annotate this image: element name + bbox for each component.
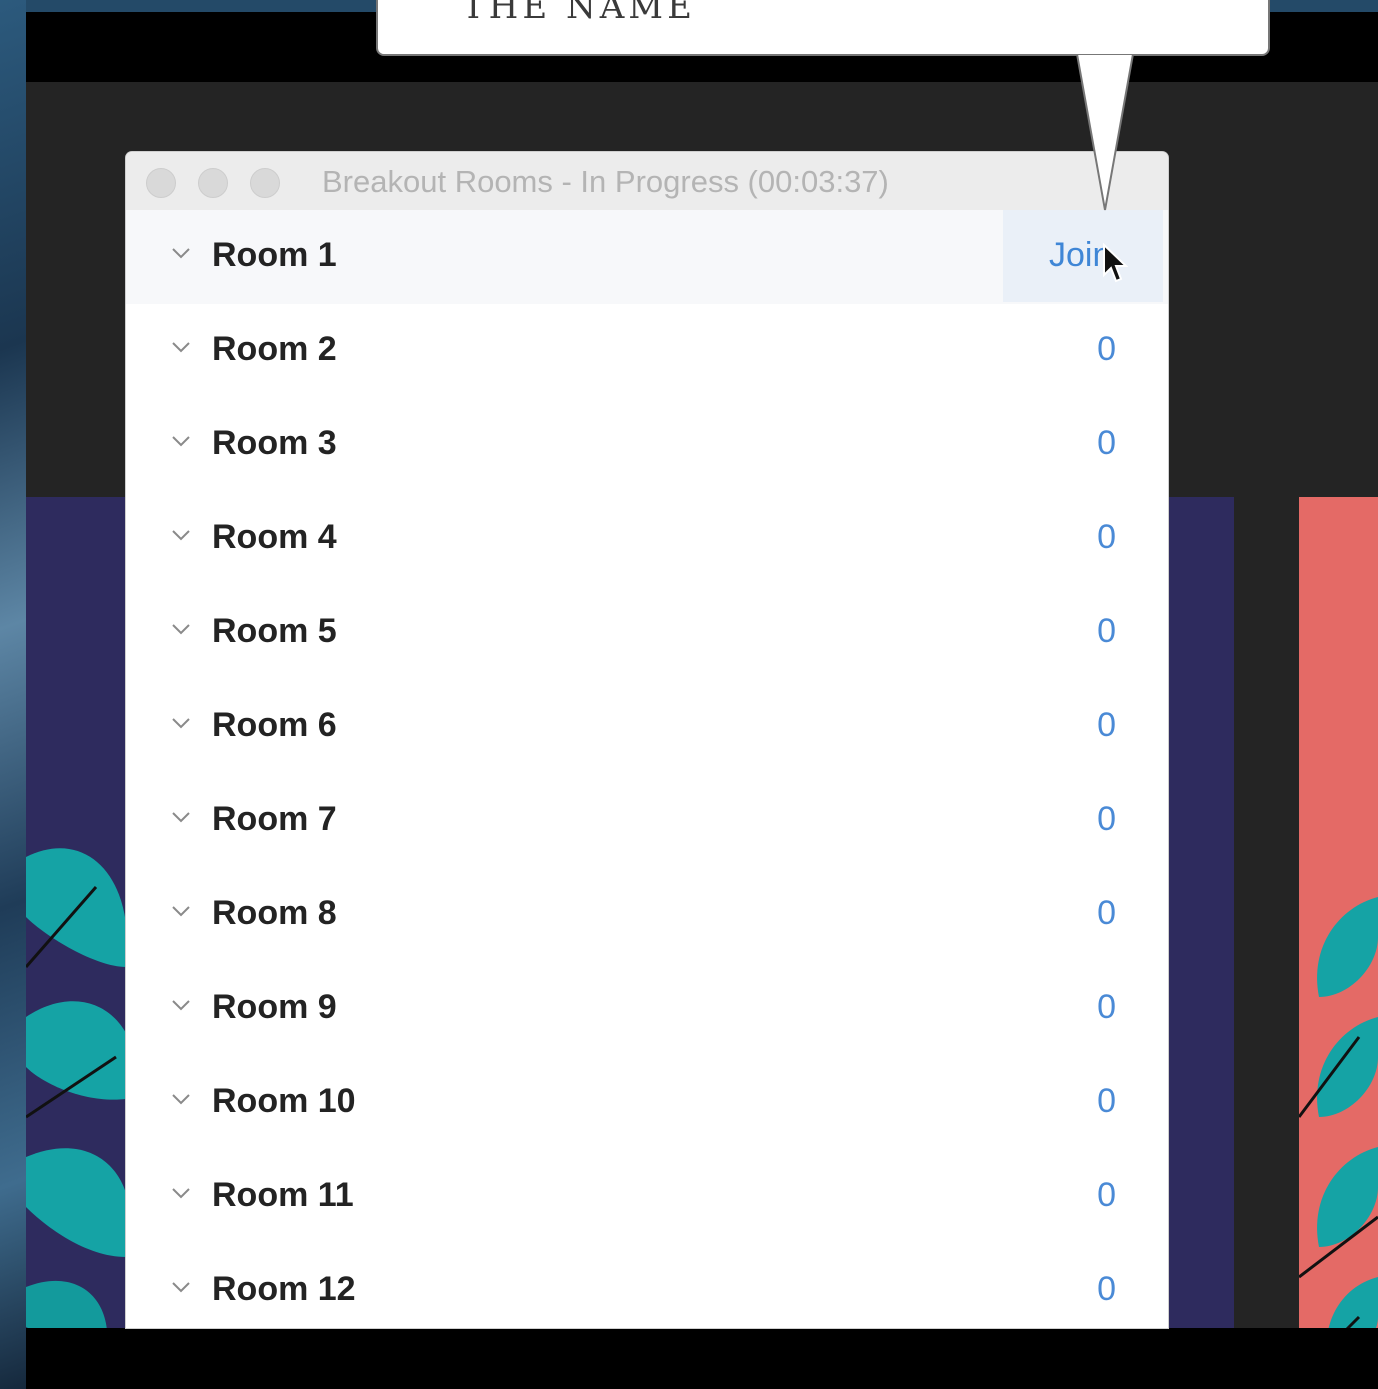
participant-count: 0 <box>1097 424 1116 462</box>
room-name: Room 7 <box>212 800 337 838</box>
participant-video-tile-2 <box>1299 497 1378 1389</box>
room-name: Room 10 <box>212 1082 356 1120</box>
participant-count: 0 <box>1097 706 1116 744</box>
callout-bubble: THE NAME <box>376 0 1270 56</box>
window-title-bar: Breakout Rooms - In Progress (00:03:37) <box>126 152 1168 211</box>
room-row-7[interactable]: Room 7 0 <box>126 774 1168 868</box>
close-window-button[interactable] <box>146 168 176 198</box>
leaf-illustration-2 <box>1299 897 1378 1379</box>
room-name: Room 2 <box>212 330 337 368</box>
desktop-wallpaper <box>0 0 26 1389</box>
breakout-rooms-window: Breakout Rooms - In Progress (00:03:37) … <box>126 152 1168 1328</box>
room-name: Room 4 <box>212 518 337 556</box>
participant-count: 0 <box>1097 330 1116 368</box>
chevron-down-icon[interactable] <box>170 430 192 452</box>
participant-count: 0 <box>1097 988 1116 1026</box>
chevron-down-icon[interactable] <box>170 1088 192 1110</box>
desktop-wallpaper-top <box>1272 0 1378 12</box>
join-room-button[interactable]: Join <box>1003 210 1163 302</box>
room-list: Room 1 Join Room 2 0 Room 3 0 Room 4 0 R… <box>126 210 1168 1328</box>
room-row-8[interactable]: Room 8 0 <box>126 868 1168 962</box>
callout-pointer-icon <box>1075 54 1135 211</box>
participant-count: 0 <box>1097 518 1116 556</box>
window-title: Breakout Rooms - In Progress (00:03:37) <box>322 164 889 199</box>
mouse-cursor-icon <box>1103 243 1128 283</box>
chevron-down-icon[interactable] <box>170 712 192 734</box>
room-name: Room 8 <box>212 894 337 932</box>
callout-text: THE NAME <box>462 0 696 27</box>
room-row-2[interactable]: Room 2 0 <box>126 304 1168 398</box>
participant-count: 0 <box>1097 1270 1116 1308</box>
chevron-down-icon[interactable] <box>170 806 192 828</box>
room-name: Room 12 <box>212 1270 356 1308</box>
chevron-down-icon[interactable] <box>170 242 192 264</box>
room-name: Room 9 <box>212 988 337 1026</box>
room-row-11[interactable]: Room 11 0 <box>126 1150 1168 1244</box>
chevron-down-icon[interactable] <box>170 618 192 640</box>
participant-count: 0 <box>1097 1082 1116 1120</box>
room-row-4[interactable]: Room 4 0 <box>126 492 1168 586</box>
room-row-3[interactable]: Room 3 0 <box>126 398 1168 492</box>
video-window-bottom-bar <box>26 1328 1378 1389</box>
room-row-10[interactable]: Room 10 0 <box>126 1056 1168 1150</box>
chevron-down-icon[interactable] <box>170 336 192 358</box>
room-name: Room 1 <box>212 236 337 274</box>
room-row-1[interactable]: Room 1 Join <box>126 210 1168 304</box>
participant-count: 0 <box>1097 612 1116 650</box>
participant-count: 0 <box>1097 894 1116 932</box>
participant-count: 0 <box>1097 1176 1116 1214</box>
minimize-window-button[interactable] <box>198 168 228 198</box>
room-name: Room 6 <box>212 706 337 744</box>
participant-count: 0 <box>1097 800 1116 838</box>
room-name: Room 5 <box>212 612 337 650</box>
chevron-down-icon[interactable] <box>170 1276 192 1298</box>
room-name: Room 11 <box>212 1176 354 1214</box>
zoom-window-button[interactable] <box>250 168 280 198</box>
room-name: Room 3 <box>212 424 337 462</box>
room-row-12[interactable]: Room 12 0 <box>126 1244 1168 1328</box>
chevron-down-icon[interactable] <box>170 1182 192 1204</box>
chevron-down-icon[interactable] <box>170 900 192 922</box>
chevron-down-icon[interactable] <box>170 524 192 546</box>
room-row-5[interactable]: Room 5 0 <box>126 586 1168 680</box>
room-row-9[interactable]: Room 9 0 <box>126 962 1168 1056</box>
room-row-6[interactable]: Room 6 0 <box>126 680 1168 774</box>
chevron-down-icon[interactable] <box>170 994 192 1016</box>
